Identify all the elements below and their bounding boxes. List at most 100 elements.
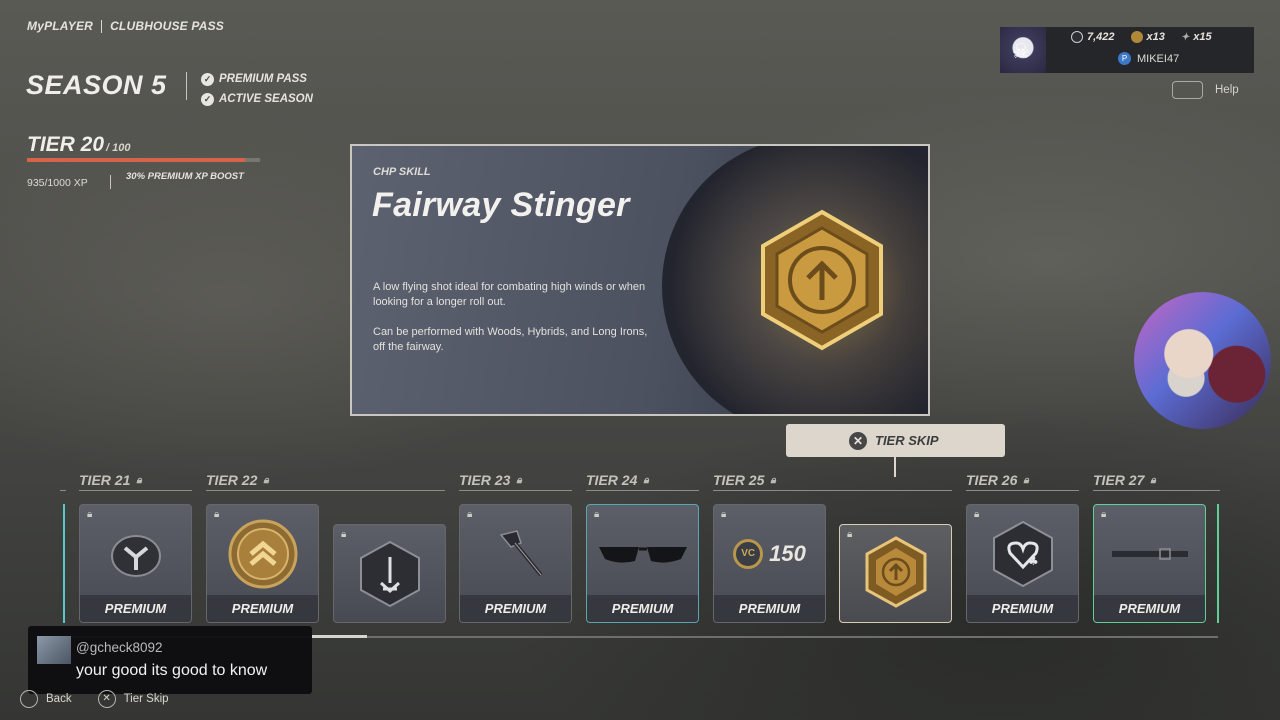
tier-line bbox=[60, 490, 66, 491]
tier-line bbox=[459, 490, 572, 491]
heart-club-skill-icon: ♣ bbox=[967, 519, 1078, 589]
reward-tile[interactable]: 🔒︎ bbox=[333, 524, 446, 623]
reward-description: A low flying shot ideal for combating hi… bbox=[373, 280, 653, 370]
xp-text: 935/1000 XP bbox=[27, 177, 88, 189]
season-flags: ✓ PREMIUM PASS ✓ ACTIVE SEASON bbox=[201, 69, 313, 109]
lock-icon: 🔒︎ bbox=[1150, 474, 1156, 486]
webcam-overlay bbox=[1134, 292, 1271, 429]
breadcrumb-myplayer[interactable]: MyPLAYER bbox=[27, 19, 93, 33]
vc-balance: 7,422 bbox=[1087, 31, 1115, 43]
vc-icon bbox=[1071, 31, 1083, 43]
tier-label-23: TIER 23 🔒︎ bbox=[459, 472, 522, 488]
chat-avatar bbox=[37, 636, 71, 664]
premium-pass-flag: ✓ PREMIUM PASS bbox=[201, 69, 313, 89]
playstation-icon: P bbox=[1118, 52, 1131, 65]
svg-text:♣: ♣ bbox=[1028, 554, 1039, 568]
reward-label: PREMIUM bbox=[80, 595, 191, 622]
reward-title: Fairway Stinger bbox=[372, 186, 630, 224]
breadcrumb: MyPLAYER CLUBHOUSE PASS bbox=[27, 19, 224, 33]
scrollbar-thumb[interactable] bbox=[312, 635, 367, 638]
tier-label-21: TIER 21 🔒︎ bbox=[79, 472, 142, 488]
tier-label-27: TIER 27 🔒︎ bbox=[1093, 472, 1156, 488]
breadcrumb-separator bbox=[101, 19, 103, 33]
active-season-flag: ✓ ACTIVE SEASON bbox=[201, 89, 313, 109]
back-button[interactable]: Back bbox=[46, 693, 72, 705]
help-button[interactable]: Help bbox=[1172, 81, 1239, 99]
coin-count: x13 bbox=[1146, 31, 1165, 43]
reward-label: PREMIUM bbox=[207, 595, 318, 622]
reward-tile[interactable]: 🔒︎ PREMIUM bbox=[586, 504, 699, 623]
tier-line bbox=[79, 490, 192, 491]
tier-line bbox=[206, 490, 445, 491]
vc-amount: 150 bbox=[769, 541, 806, 566]
previous-reward-tile-edge[interactable] bbox=[58, 504, 65, 623]
featured-reward-card: CHP SKILL Fairway Stinger A low flying s… bbox=[350, 144, 930, 416]
tier-skip-pointer bbox=[894, 457, 896, 477]
chat-text: your good its good to know bbox=[76, 662, 268, 679]
season-title: SEASON 5 bbox=[26, 70, 167, 100]
tier-label-25: TIER 25 🔒︎ bbox=[713, 472, 776, 488]
xp-boost: 30% PREMIUM XP BOOST bbox=[126, 171, 244, 182]
fairway-stinger-badge-icon bbox=[840, 536, 951, 608]
tee-icon: ✦ bbox=[1180, 31, 1190, 43]
check-icon: ✓ bbox=[201, 72, 214, 86]
lock-icon: 🔒︎ bbox=[516, 474, 522, 486]
item-count: x15 bbox=[1193, 31, 1212, 43]
tier-line bbox=[1093, 490, 1220, 491]
lock-icon: 🔒︎ bbox=[770, 474, 776, 486]
breadcrumb-clubhouse-pass[interactable]: CLUBHOUSE PASS bbox=[110, 19, 224, 33]
next-reward-tile-edge[interactable] bbox=[1217, 504, 1221, 623]
controller-hints: Back ✕ Tier Skip bbox=[20, 690, 169, 708]
reward-category: CHP SKILL bbox=[373, 166, 431, 178]
circle-button-icon bbox=[20, 690, 38, 708]
chat-message: @gcheck8092 your good its good to know bbox=[28, 626, 312, 694]
tier-line bbox=[966, 490, 1079, 491]
reward-tile[interactable]: 🔒︎ VC 150 PREMIUM bbox=[713, 504, 826, 623]
xp-progress-bar bbox=[27, 158, 260, 162]
reward-description-line: A low flying shot ideal for combating hi… bbox=[373, 281, 646, 308]
tier-skip-popup[interactable]: ✕ TIER SKIP bbox=[786, 424, 1005, 457]
reward-tile[interactable]: 🔒︎ PREMIUM bbox=[79, 504, 192, 623]
tier-label-24: TIER 24 🔒︎ bbox=[586, 472, 649, 488]
reward-label: PREMIUM bbox=[587, 595, 698, 622]
check-icon: ✓ bbox=[201, 92, 214, 106]
active-season-label: ACTIVE SEASON bbox=[219, 93, 313, 105]
help-label: Help bbox=[1215, 84, 1239, 96]
avatar: ☠ bbox=[1000, 27, 1046, 73]
tier-line bbox=[586, 490, 699, 491]
reward-description-line: Can be performed with Woods, Hybrids, an… bbox=[373, 326, 648, 353]
tier-label-26: TIER 26 🔒︎ bbox=[966, 472, 1029, 488]
touchpad-icon bbox=[1172, 81, 1203, 99]
xp-separator bbox=[110, 175, 111, 189]
reward-tile[interactable]: 🔒︎ PREMIUM bbox=[206, 504, 319, 623]
chat-username: @gcheck8092 bbox=[76, 640, 163, 655]
reward-label: PREMIUM bbox=[460, 595, 571, 622]
reward-tile[interactable]: 🔒︎ ♣ PREMIUM bbox=[966, 504, 1079, 623]
season-divider bbox=[186, 72, 187, 100]
cross-button-icon: ✕ bbox=[97, 690, 116, 708]
sunglasses-icon bbox=[587, 519, 698, 589]
skill-hexagon-icon bbox=[334, 539, 445, 609]
rank-chevron-medal-icon bbox=[207, 519, 318, 589]
tier-skip-label: TIER SKIP bbox=[875, 433, 939, 448]
tier-label-22: TIER 22 🔒︎ bbox=[206, 472, 269, 488]
lock-icon: 🔒︎ bbox=[136, 474, 142, 486]
xp-progress-fill bbox=[27, 158, 245, 162]
tier-line bbox=[713, 490, 952, 491]
fairway-stinger-badge-icon bbox=[761, 209, 883, 351]
golf-club-icon bbox=[460, 519, 571, 589]
skull-icon: ☠ bbox=[1012, 41, 1030, 63]
vc-currency-icon: VC 150 bbox=[714, 519, 825, 589]
reward-tile[interactable]: 🔒︎ PREMIUM bbox=[1093, 504, 1206, 623]
reward-tile[interactable]: 🔒︎ PREMIUM bbox=[459, 504, 572, 623]
premium-pass-label: PREMIUM PASS bbox=[219, 73, 307, 85]
belt-icon bbox=[1094, 519, 1205, 589]
reward-label: PREMIUM bbox=[1094, 595, 1205, 622]
reward-tile-selected[interactable]: 🔒︎ bbox=[839, 524, 952, 623]
lock-icon: 🔒︎ bbox=[1023, 474, 1029, 486]
vc-coin-icon: VC bbox=[733, 539, 764, 569]
golf-glove-icon bbox=[80, 519, 191, 589]
cross-button-icon: ✕ bbox=[849, 431, 867, 450]
currency-bar: 7,422 x13 ✦ x15 bbox=[1071, 31, 1212, 43]
tier-skip-button[interactable]: Tier Skip bbox=[124, 693, 169, 705]
